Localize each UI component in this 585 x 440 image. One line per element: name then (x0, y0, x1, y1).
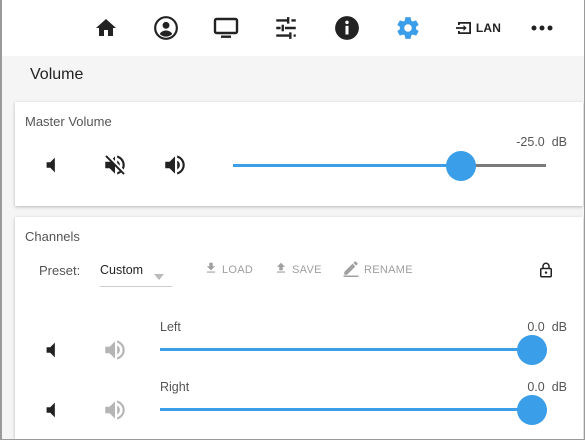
master-db-value: -25.0 (516, 135, 545, 149)
more-icon[interactable] (524, 12, 560, 44)
top-nav: LAN (2, 0, 584, 56)
channel-left-db-value: 0.0 (527, 320, 545, 334)
channel-left-slider[interactable] (160, 335, 547, 365)
preset-select[interactable]: Custom (100, 255, 172, 287)
channel-left-thumb[interactable] (517, 335, 547, 365)
app-frame: LAN Volume Master Volume -25.0 dB Channe… (0, 0, 585, 440)
master-volume-fill (233, 164, 461, 167)
master-volume-thumb[interactable] (446, 151, 476, 181)
volume-down-icon[interactable] (38, 395, 68, 425)
load-label: LOAD (222, 264, 254, 276)
master-volume-title: Master Volume (25, 114, 112, 129)
page-title: Volume (30, 66, 84, 83)
channel-right-db-unit: dB (551, 380, 567, 394)
channel-left-db: 0.0 dB (527, 320, 567, 334)
channel-right-thumb[interactable] (517, 395, 547, 425)
input-lan-button[interactable]: LAN (450, 12, 506, 44)
upload-icon (274, 261, 288, 280)
load-button[interactable]: LOAD (204, 259, 253, 281)
chevron-down-icon (154, 267, 164, 285)
pencil-icon (342, 259, 360, 282)
home-icon[interactable] (88, 12, 124, 44)
channel-left-label: Left (160, 320, 181, 334)
monitor-icon[interactable] (208, 12, 244, 44)
rename-button[interactable]: RENAME (342, 259, 413, 281)
account-icon[interactable] (148, 12, 184, 44)
channel-right-db-value: 0.0 (527, 380, 545, 394)
equalizer-icon[interactable] (268, 12, 304, 44)
input-icon (455, 20, 473, 36)
master-volume-slider[interactable] (233, 151, 546, 181)
channels-card: Channels Preset: Custom LOAD SAVE RENAME (15, 217, 583, 439)
gear-icon[interactable] (390, 12, 426, 44)
save-label: SAVE (292, 264, 322, 276)
volume-mute-icon[interactable] (100, 150, 130, 180)
lan-label: LAN (475, 21, 502, 35)
channel-right-slider[interactable] (160, 395, 547, 425)
master-db-unit: dB (551, 135, 567, 149)
channels-title: Channels (25, 229, 80, 244)
lock-open-icon[interactable] (531, 255, 561, 285)
channel-left-fill (160, 348, 547, 351)
preset-value: Custom (100, 263, 144, 277)
volume-up-icon[interactable] (160, 150, 190, 180)
channel-right-db: 0.0 dB (527, 380, 567, 394)
preset-label: Preset: (39, 263, 81, 278)
channel-right-fill (160, 408, 547, 411)
volume-down-icon[interactable] (38, 335, 68, 365)
download-icon (204, 261, 218, 280)
info-icon[interactable] (329, 12, 365, 44)
save-button[interactable]: SAVE (274, 259, 322, 281)
volume-up-icon[interactable] (100, 335, 130, 365)
master-db-readout: -25.0 dB (516, 135, 567, 149)
volume-up-icon[interactable] (100, 395, 130, 425)
channel-right-label: Right (160, 380, 190, 394)
master-volume-card: Master Volume -25.0 dB (15, 102, 583, 206)
volume-down-icon[interactable] (38, 150, 68, 180)
rename-label: RENAME (364, 264, 413, 276)
channel-left-db-unit: dB (551, 320, 567, 334)
